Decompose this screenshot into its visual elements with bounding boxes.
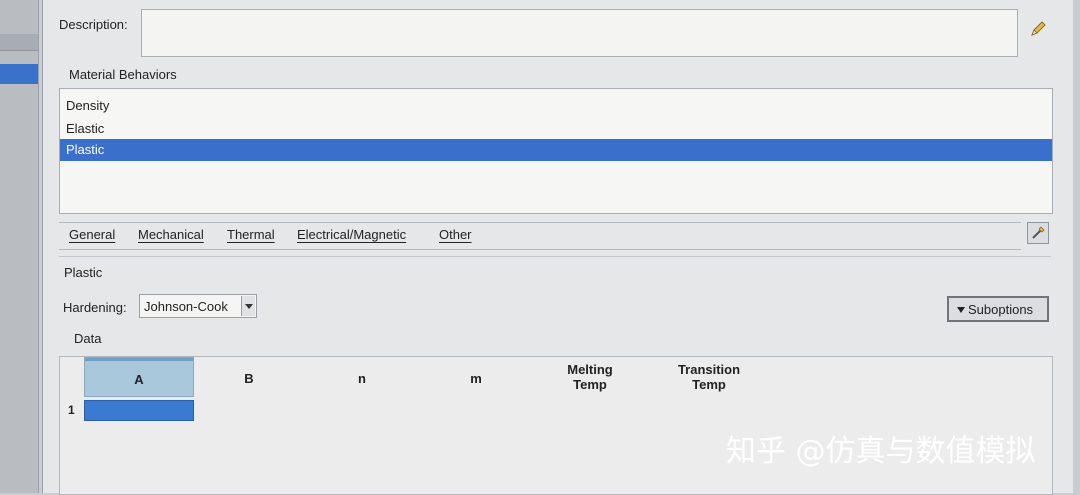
watermark-text: 知乎 @仿真与数值模拟 bbox=[726, 434, 1036, 469]
behavior-item-plastic[interactable]: Plastic bbox=[60, 139, 1052, 161]
material-behaviors-title: Material Behaviors bbox=[69, 67, 177, 82]
hardening-value: Johnson-Cook bbox=[144, 299, 228, 314]
left-panel-selected-row[interactable] bbox=[0, 64, 38, 84]
menu-general[interactable]: General bbox=[69, 227, 115, 242]
plastic-section-title: Plastic bbox=[64, 265, 103, 280]
menu-thermal[interactable]: Thermal bbox=[227, 227, 275, 242]
delete-behavior-button[interactable] bbox=[1027, 222, 1049, 244]
behavior-menu-bar: General Mechanical Thermal Electrical/Ma… bbox=[59, 222, 1021, 250]
column-header-transition-temp[interactable]: Transition Temp bbox=[648, 357, 770, 397]
table-cell-a-1[interactable] bbox=[84, 400, 194, 421]
description-field[interactable] bbox=[141, 9, 1018, 57]
section-divider bbox=[59, 256, 1051, 257]
left-panel bbox=[0, 0, 39, 493]
description-label: Description: bbox=[59, 17, 128, 32]
triangle-down-icon bbox=[957, 307, 965, 313]
column-header-a[interactable]: A bbox=[84, 357, 194, 397]
data-group-title: Data bbox=[74, 331, 102, 346]
behavior-item-elastic[interactable]: Elastic bbox=[60, 118, 1052, 140]
behavior-item-density[interactable]: Density bbox=[60, 95, 1052, 117]
chevron-down-icon[interactable] bbox=[241, 296, 255, 316]
menu-electrical-magnetic[interactable]: Electrical/Magnetic bbox=[297, 227, 406, 242]
material-behaviors-list[interactable]: Density Elastic Plastic bbox=[59, 88, 1053, 214]
edit-material-dialog: Description: Material Behaviors Density … bbox=[42, 0, 1073, 495]
menu-mechanical[interactable]: Mechanical bbox=[138, 227, 204, 242]
pencil-icon[interactable] bbox=[1029, 20, 1047, 38]
left-panel-tab[interactable] bbox=[0, 34, 38, 51]
column-header-melting-temp[interactable]: Melting Temp bbox=[534, 357, 646, 397]
hardening-select[interactable]: Johnson-Cook bbox=[139, 294, 257, 318]
hardening-label: Hardening: bbox=[63, 300, 127, 315]
suboptions-label: Suboptions bbox=[968, 302, 1034, 317]
row-number: 1 bbox=[68, 403, 75, 417]
wand-icon bbox=[1032, 226, 1045, 239]
column-header-b[interactable]: B bbox=[194, 357, 304, 397]
menu-other[interactable]: Other bbox=[439, 227, 472, 242]
column-header-n[interactable]: n bbox=[306, 357, 418, 397]
column-header-m[interactable]: m bbox=[420, 357, 532, 397]
suboptions-button[interactable]: Suboptions bbox=[947, 296, 1049, 322]
